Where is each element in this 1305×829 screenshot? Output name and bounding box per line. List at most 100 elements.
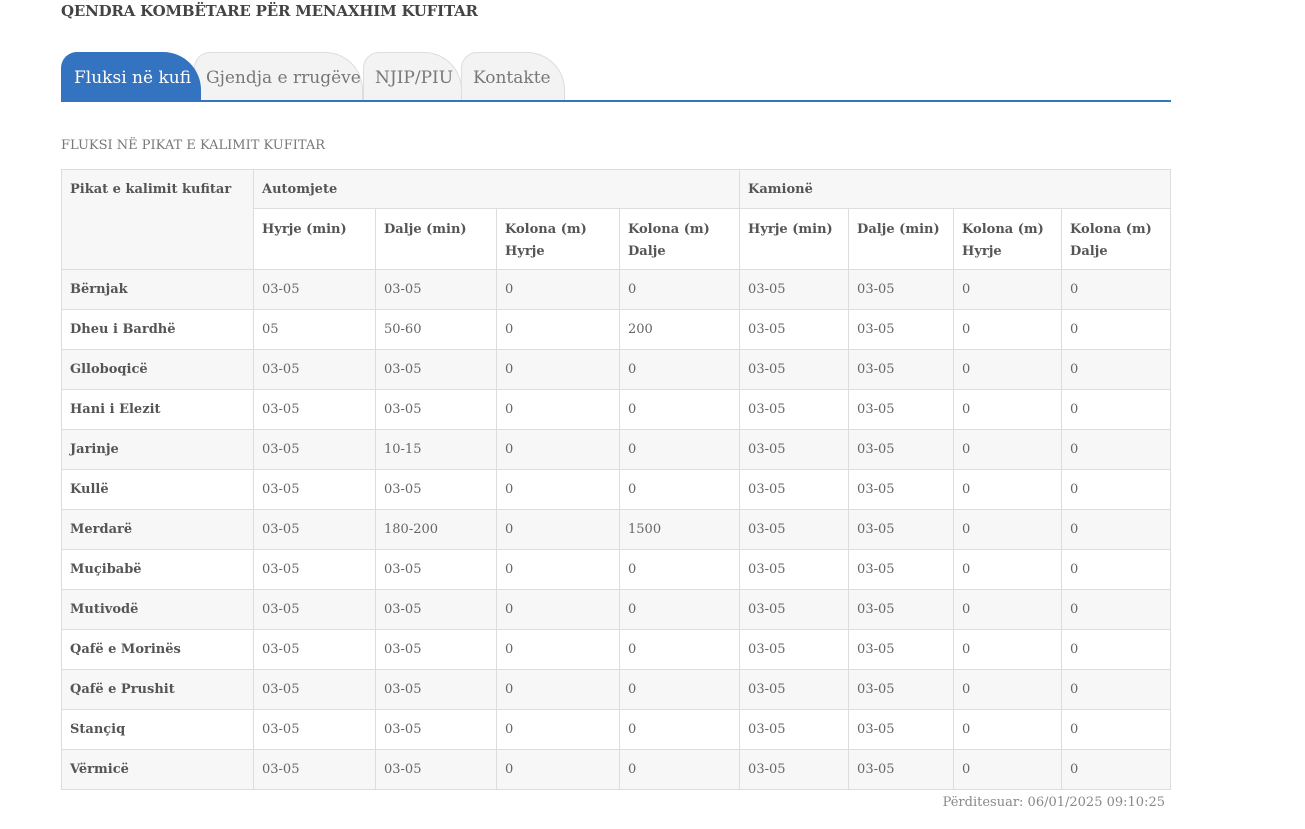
table-cell: 0 bbox=[953, 749, 1063, 790]
table-cell: 03-05 bbox=[848, 709, 955, 750]
column-header: Dalje (min) bbox=[375, 208, 497, 270]
table-cell: 03-05 bbox=[375, 269, 497, 310]
table-cell: 03-05 bbox=[375, 349, 497, 390]
crossing-name: Kullë bbox=[61, 469, 254, 510]
table-cell: 0 bbox=[496, 669, 620, 710]
table-cell: 03-05 bbox=[848, 269, 955, 310]
table-cell: 0 bbox=[496, 549, 620, 590]
table-cell: 03-05 bbox=[253, 349, 376, 390]
header-border-crossing: Pikat e kalimit kufitar bbox=[61, 169, 254, 270]
table-cell: 03-05 bbox=[253, 589, 376, 630]
table-cell: 03-05 bbox=[253, 429, 376, 470]
table-cell: 03-05 bbox=[739, 429, 850, 470]
crossing-name: Glloboqicë bbox=[61, 349, 254, 390]
crossing-name: Jarinje bbox=[61, 429, 254, 470]
table-cell: 03-05 bbox=[739, 549, 850, 590]
border-flux-table: Pikat e kalimit kufitar Automjete Kamion… bbox=[61, 169, 1172, 790]
column-header: Kolona (m) Hyrje bbox=[953, 208, 1063, 270]
table-cell: 03-05 bbox=[848, 589, 955, 630]
table-cell: 03-05 bbox=[253, 749, 376, 790]
column-header: Kolona (m) Dalje bbox=[618, 208, 741, 270]
table-cell: 05 bbox=[253, 309, 376, 350]
tab-bar: Fluksi në kufi Gjendja e rrugëve NJIP/PI… bbox=[61, 52, 1171, 102]
table-row: Merdarë 03-05 180-200 0 1500 03-05 03-05 0 0 bbox=[61, 509, 1172, 550]
table-cell: 0 bbox=[618, 429, 741, 470]
crossing-name: Dheu i Bardhë bbox=[61, 309, 254, 350]
table-cell: 0 bbox=[618, 469, 741, 510]
crossing-name: Mutivodë bbox=[61, 589, 254, 630]
table-cell: 0 bbox=[953, 389, 1063, 430]
table-cell: 03-05 bbox=[848, 549, 955, 590]
table-cell: 03-05 bbox=[739, 349, 850, 390]
table-cell: 03-05 bbox=[848, 429, 955, 470]
table-row: Jarinje 03-05 10-15 0 0 03-05 03-05 0 0 bbox=[61, 429, 1172, 470]
table-cell: 0 bbox=[618, 389, 741, 430]
table-cell: 03-05 bbox=[253, 389, 376, 430]
crossing-name: Qafë e Prushit bbox=[61, 669, 254, 710]
table-cell: 0 bbox=[953, 669, 1063, 710]
table-cell: 03-05 bbox=[739, 709, 850, 750]
crossing-name: Qafë e Morinës bbox=[61, 629, 254, 670]
table-cell: 03-05 bbox=[848, 389, 955, 430]
table-cell: 03-05 bbox=[739, 669, 850, 710]
table-cell: 03-05 bbox=[848, 309, 955, 350]
table-cell: 03-05 bbox=[739, 309, 850, 350]
page-title: QENDRA KOMBËTARE PËR MENAXHIM KUFITAR bbox=[61, 2, 478, 20]
table-cell: 0 bbox=[953, 309, 1063, 350]
table-row: Dheu i Bardhë 05 50-60 0 200 03-05 03-05 0 0 bbox=[61, 309, 1172, 350]
table-row: Glloboqicë 03-05 03-05 0 0 03-05 03-05 0 0 bbox=[61, 349, 1172, 390]
column-header: Kolona (m) Hyrje bbox=[496, 208, 620, 270]
table-cell: 03-05 bbox=[848, 669, 955, 710]
table-cell: 03-05 bbox=[739, 269, 850, 310]
table-cell: 0 bbox=[1061, 549, 1172, 590]
table-cell: 0 bbox=[496, 309, 620, 350]
table-cell: 0 bbox=[618, 589, 741, 630]
tab-gjendja-e-rrugeve[interactable]: Gjendja e rrugëve bbox=[194, 52, 363, 100]
table-row: Vërmicë 03-05 03-05 0 0 03-05 03-05 0 0 bbox=[61, 749, 1172, 790]
table-cell: 200 bbox=[618, 309, 741, 350]
table-cell: 0 bbox=[1061, 309, 1172, 350]
crossing-name: Stançiq bbox=[61, 709, 254, 750]
table-cell: 03-05 bbox=[375, 709, 497, 750]
table-cell: 03-05 bbox=[375, 589, 497, 630]
table-row: Hani i Elezit 03-05 03-05 0 0 03-05 03-05 0 0 bbox=[61, 389, 1172, 430]
table-cell: 0 bbox=[953, 549, 1063, 590]
last-updated: Përditesuar: 06/01/2025 09:10:25 bbox=[942, 795, 1165, 810]
table-cell: 0 bbox=[953, 469, 1063, 510]
tab-kontakte[interactable]: Kontakte bbox=[461, 52, 565, 100]
tab-njip-piu[interactable]: NJIP/PIU bbox=[363, 52, 462, 100]
table-cell: 0 bbox=[618, 669, 741, 710]
table-cell: 03-05 bbox=[739, 469, 850, 510]
table-cell: 0 bbox=[618, 709, 741, 750]
crossing-name: Bërnjak bbox=[61, 269, 254, 310]
table-cell: 180-200 bbox=[375, 509, 497, 550]
table-cell: 0 bbox=[496, 709, 620, 750]
header-group-automjete: Automjete bbox=[252, 169, 741, 209]
table-cell: 0 bbox=[1061, 269, 1172, 310]
table-cell: 0 bbox=[618, 269, 741, 310]
section-title: FLUKSI NË PIKAT E KALIMIT KUFITAR bbox=[61, 138, 326, 153]
table-cell: 0 bbox=[496, 389, 620, 430]
table-cell: 03-05 bbox=[375, 749, 497, 790]
table-cell: 0 bbox=[496, 269, 620, 310]
table-cell: 03-05 bbox=[848, 349, 955, 390]
table-row: Muçibabë 03-05 03-05 0 0 03-05 03-05 0 0 bbox=[61, 549, 1172, 590]
tab-fluksi-ne-kufi[interactable]: Fluksi në kufi bbox=[61, 52, 201, 100]
table-cell: 03-05 bbox=[253, 629, 376, 670]
crossing-name: Hani i Elezit bbox=[61, 389, 254, 430]
table-cell: 03-05 bbox=[739, 509, 850, 550]
table-row: Bërnjak 03-05 03-05 0 0 03-05 03-05 0 0 bbox=[61, 269, 1172, 310]
table-cell: 03-05 bbox=[848, 469, 955, 510]
table-cell: 03-05 bbox=[253, 509, 376, 550]
table-cell: 0 bbox=[953, 349, 1063, 390]
header-group-kamione: Kamionë bbox=[739, 169, 1172, 209]
column-header: Kolona (m) Dalje bbox=[1061, 208, 1172, 270]
crossing-name: Merdarë bbox=[61, 509, 254, 550]
table-cell: 1500 bbox=[618, 509, 741, 550]
table-cell: 03-05 bbox=[739, 629, 850, 670]
table-cell: 03-05 bbox=[848, 749, 955, 790]
crossing-name: Muçibabë bbox=[61, 549, 254, 590]
table-row: Qafë e Morinës 03-05 03-05 0 0 03-05 03-05 0 0 bbox=[61, 629, 1172, 670]
table-cell: 0 bbox=[953, 509, 1063, 550]
table-cell: 03-05 bbox=[848, 629, 955, 670]
